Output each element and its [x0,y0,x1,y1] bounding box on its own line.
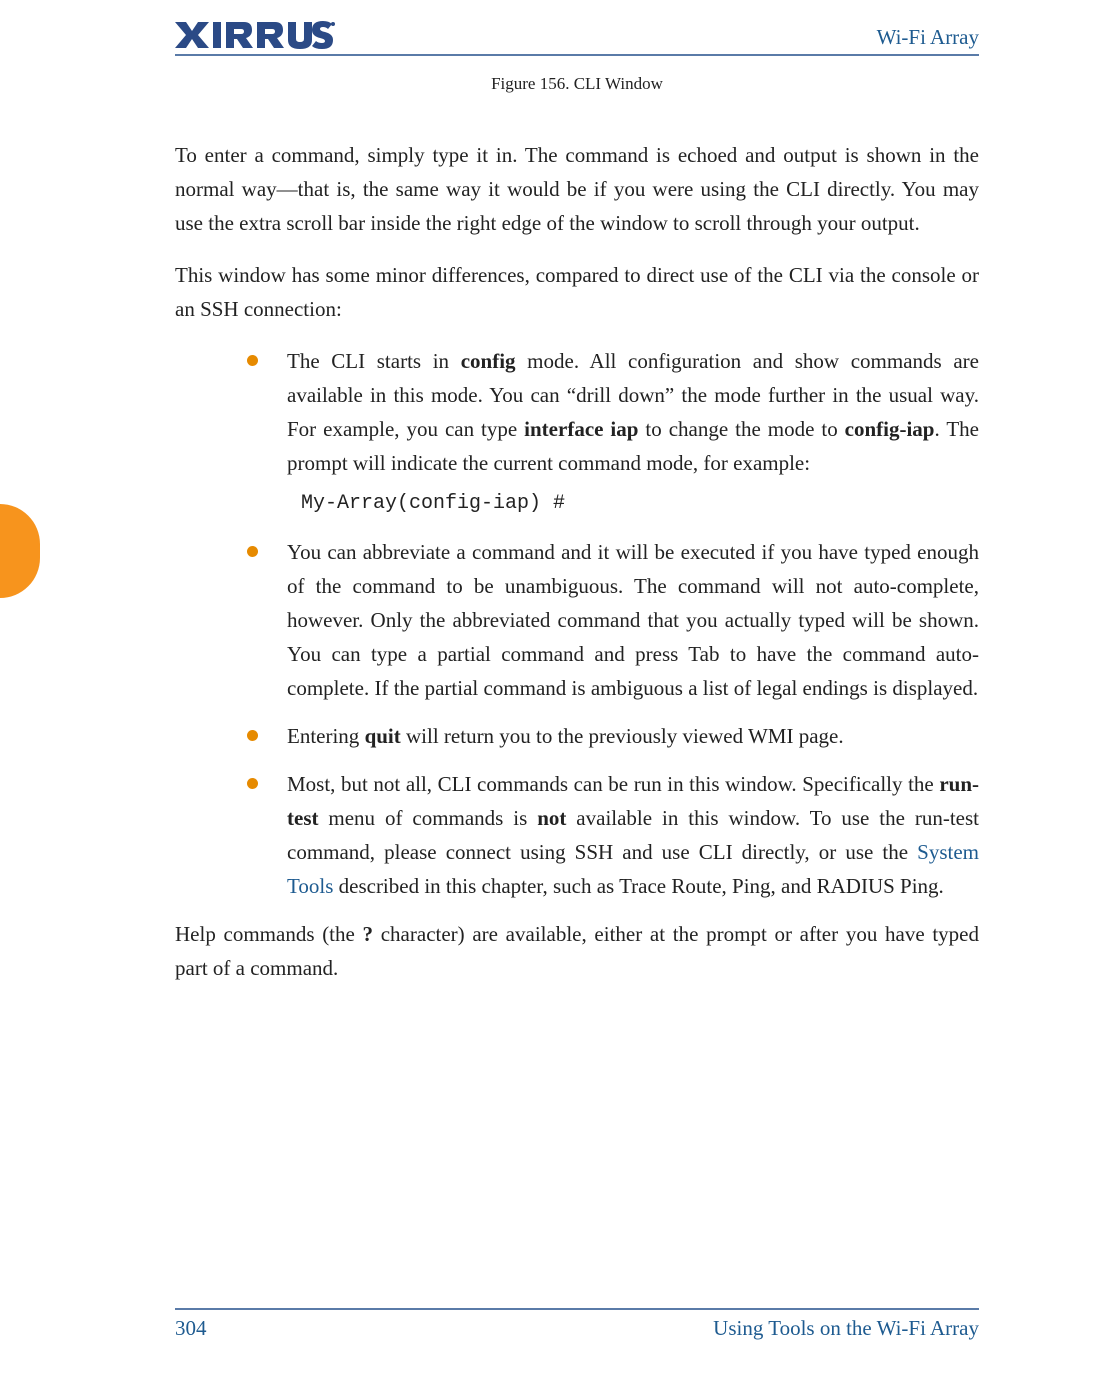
page-number: 304 [175,1316,207,1341]
bold-config: config [461,349,516,373]
text-fragment: Help commands (the [175,922,363,946]
bullet-run-test: Most, but not all, CLI commands can be r… [247,767,979,903]
paragraph-intro: To enter a command, simply type it in. T… [175,138,979,240]
bullet-config-mode: The CLI starts in config mode. All confi… [247,344,979,520]
page-header: Wi-Fi Array [175,20,979,56]
logo [175,20,335,50]
text-fragment: to change the mode to [638,417,844,441]
figure-caption: Figure 156. CLI Window [175,74,979,94]
footer-section-title: Using Tools on the Wi-Fi Array [713,1316,979,1341]
text-fragment: described in this chapter, such as Trace… [333,874,943,898]
bullet-list: The CLI starts in config mode. All confi… [247,344,979,903]
page-footer: 304 Using Tools on the Wi-Fi Array [175,1308,979,1341]
text-fragment: Entering [287,724,365,748]
bold-question: ? [363,922,374,946]
page-content: Wi-Fi Array Figure 156. CLI Window To en… [0,0,1094,1381]
bold-not: not [537,806,566,830]
header-title: Wi-Fi Array [877,25,979,50]
bold-interface-iap: interface iap [524,417,638,441]
text-fragment: Most, but not all, CLI commands can be r… [287,772,939,796]
bullet-abbreviate: You can abbreviate a command and it will… [247,535,979,705]
xirrus-logo-icon [175,20,335,50]
code-prompt: My-Array(config-iap) # [301,488,979,520]
text-fragment: will return you to the previously viewed… [401,724,844,748]
paragraph-differences: This window has some minor differences, … [175,258,979,326]
text-fragment: The CLI starts in [287,349,461,373]
bullet-quit: Entering quit will return you to the pre… [247,719,979,753]
text-fragment: menu of commands is [318,806,537,830]
bold-quit: quit [365,724,401,748]
paragraph-help: Help commands (the ? character) are avai… [175,917,979,985]
bold-config-iap: config-iap [845,417,935,441]
